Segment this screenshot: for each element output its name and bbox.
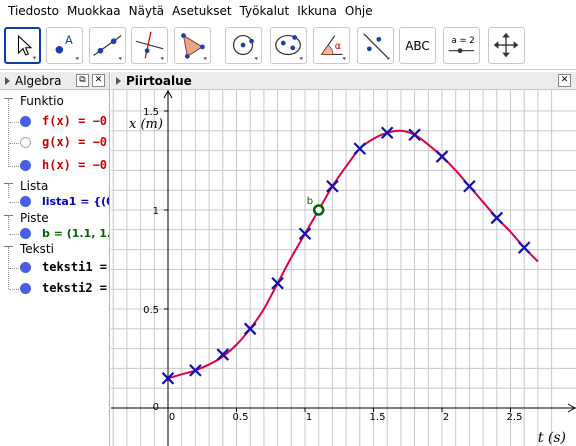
polygon-icon	[181, 33, 208, 61]
slider-tool-label: a = 2	[452, 36, 475, 46]
algebra-view-titlebar: Algebra ⧉ ✕	[0, 72, 109, 90]
text-icon: ABC	[405, 38, 430, 53]
collapse-triangle-icon[interactable]	[116, 77, 121, 85]
reflect-tool-button[interactable]	[357, 27, 394, 64]
undock-icon[interactable]: ⧉	[76, 74, 89, 87]
graphics-view-titlebar: Piirtoalue ✕	[111, 72, 576, 90]
visibility-toggle-icon[interactable]	[20, 262, 31, 273]
point-icon: A	[55, 33, 80, 61]
text-teksti1-definition: teksti1 =	[42, 260, 108, 274]
move-tool-button[interactable]	[4, 27, 41, 64]
menu-file[interactable]: Tiedosto	[4, 0, 63, 22]
function-f-definition: f(x) = −0	[42, 114, 108, 128]
perpendicular-line-icon	[135, 31, 165, 61]
y-tick-label: 1	[153, 206, 159, 217]
visibility-toggle-icon[interactable]	[20, 196, 31, 207]
algebra-item-f[interactable]: f(x) = −0	[0, 112, 109, 132]
grid	[111, 90, 576, 446]
polygon-tool-button[interactable]	[174, 27, 211, 64]
function-h-definition: h(x) = −0	[42, 158, 108, 172]
slider-tool-button[interactable]: a = 2	[443, 27, 480, 64]
toolbar: A α ABC a = 2	[0, 22, 576, 70]
point-b[interactable]: b	[307, 196, 325, 216]
line-tool-button[interactable]	[89, 27, 126, 64]
point-b-label: b	[307, 196, 313, 207]
plot-area[interactable]: 0 0.5 1 1.5 2 2.500.511.5 t (s)x (m) b	[111, 90, 576, 446]
y-axis-label: x (m)	[129, 117, 163, 132]
move-view-icon	[493, 32, 519, 58]
algebra-view-title: Algebra	[15, 74, 62, 88]
circle-center-point-icon	[232, 34, 259, 61]
x-tick-label: 0.5	[233, 412, 249, 423]
axis-labels: t (s) x (m)	[129, 117, 566, 446]
menu-bar: Tiedosto Muokkaa Näytä Asetukset Työkalu…	[0, 0, 576, 22]
point-tool-button[interactable]: A	[46, 27, 83, 64]
visibility-toggle-icon[interactable]	[20, 228, 31, 239]
point-tool-label: A	[65, 33, 73, 47]
axes	[111, 90, 576, 446]
algebra-item-teksti1[interactable]: teksti1 =	[0, 258, 109, 278]
curve-path	[167, 129, 539, 380]
menu-edit[interactable]: Muokkaa	[63, 0, 125, 22]
x-tick-label: 2.5	[507, 412, 523, 423]
category-label: Piste	[20, 211, 49, 225]
collapse-triangle-icon[interactable]	[5, 77, 10, 85]
graphics-view-title: Piirtoalue	[126, 74, 192, 88]
text-teksti2-definition: teksti2 =	[42, 281, 108, 295]
menu-options[interactable]: Asetukset	[168, 0, 235, 22]
close-icon[interactable]: ✕	[558, 74, 571, 87]
angle-tool-button[interactable]: α	[313, 27, 350, 64]
angle-icon: α	[320, 35, 347, 61]
visibility-toggle-icon[interactable]	[20, 137, 31, 148]
x-tick-label: 2	[443, 412, 449, 423]
algebra-item-g[interactable]: g(x) = −0	[0, 133, 109, 153]
perpendicular-line-tool-button[interactable]	[131, 27, 168, 64]
category-teksti[interactable]: Teksti	[0, 240, 109, 260]
x-axis-label: t (s)	[538, 430, 566, 446]
algebra-item-h[interactable]: h(x) = −0	[0, 156, 109, 176]
circle-tool-button[interactable]	[225, 27, 262, 64]
x-tick-label: 0	[169, 412, 175, 423]
reflect-about-line-icon	[363, 33, 391, 61]
visibility-toggle-icon[interactable]	[20, 116, 31, 127]
conic-tool-button[interactable]	[270, 27, 307, 64]
visibility-toggle-icon[interactable]	[20, 283, 31, 294]
algebra-view: Algebra ⧉ ✕ Funktio f(x) = −0 g(x) = −0 …	[0, 72, 110, 446]
arrow-cursor-icon	[17, 34, 37, 60]
visibility-toggle-icon[interactable]	[20, 160, 31, 171]
line-through-two-points-icon	[93, 35, 123, 61]
menu-view[interactable]: Näytä	[125, 0, 169, 22]
x-tick-label: 1.5	[370, 412, 386, 423]
algebra-item-teksti2[interactable]: teksti2 =	[0, 279, 109, 299]
y-tick-label: 0.5	[143, 305, 159, 316]
menu-tools[interactable]: Työkalut	[236, 0, 294, 22]
conic-icon	[275, 34, 304, 61]
angle-tool-label: α	[335, 41, 341, 52]
y-tick-label: 0	[153, 402, 159, 413]
x-tick-label: 1	[306, 412, 312, 423]
graphics-view[interactable]: Piirtoalue ✕ 0 0.5 1 1.5 2 2.5 0 0.5 1 1.5 t (s) x…	[111, 72, 576, 446]
menu-window[interactable]: Ikkuna	[293, 0, 341, 22]
list-lista1-definition: lista1 = {(0,	[42, 195, 109, 208]
text-tool-button[interactable]: ABC	[399, 27, 436, 64]
function-g-definition: g(x) = −0	[42, 135, 108, 149]
point-b-marker	[312, 204, 325, 216]
close-icon[interactable]: ✕	[92, 74, 105, 87]
category-label: Lista	[20, 179, 49, 193]
category-funktio[interactable]: Funktio	[0, 92, 109, 112]
point-b-definition: b = (1.1, 1.0	[42, 227, 109, 240]
category-label: Teksti	[20, 242, 54, 256]
slider-icon: a = 2	[448, 36, 475, 54]
move-graphics-view-tool-button[interactable]	[488, 27, 525, 64]
category-label: Funktio	[20, 94, 64, 108]
menu-help[interactable]: Ohje	[341, 0, 377, 22]
fitted-curve[interactable]	[167, 129, 539, 380]
